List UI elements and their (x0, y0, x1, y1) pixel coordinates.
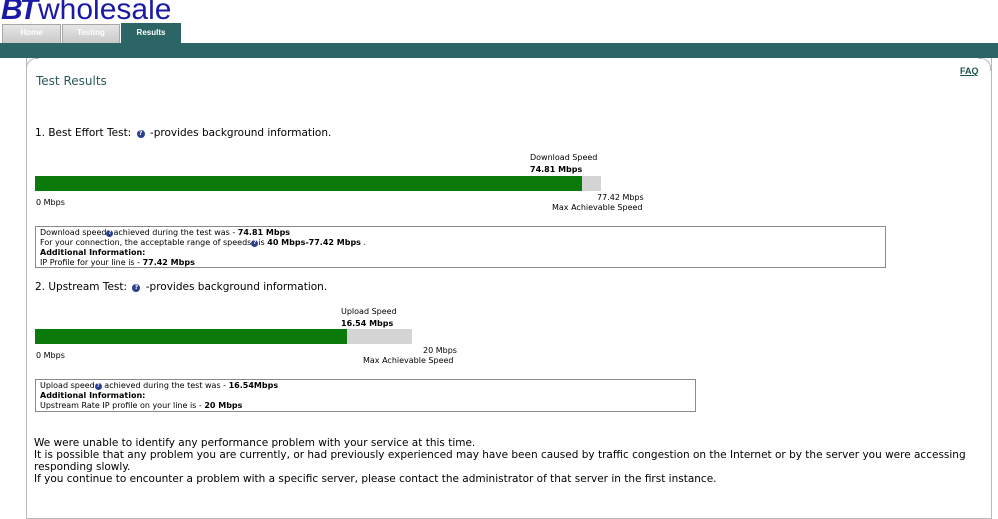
download-info-box: Download speed? achieved during the test … (35, 226, 886, 268)
download-info-line-3: Additional Information: (40, 248, 881, 258)
info-value: 40 Mbps-77.42 Mbps (267, 238, 361, 247)
download-info-line-2: For your connection, the acceptable rang… (40, 238, 881, 248)
logo-bt: BT (1, 0, 38, 26)
best-effort-heading: 1. Best Effort Test: ? -provides backgro… (35, 127, 331, 139)
upload-speed-bar-fill (35, 329, 347, 344)
upload-info-line-2: Additional Information: (40, 391, 691, 401)
info-value: 74.81 Mbps (237, 228, 291, 237)
upload-speed-value: 16.54 Mbps (341, 319, 394, 328)
info-value: 20 Mbps (204, 401, 243, 410)
header-bar (0, 43, 998, 58)
upload-info-line-3: Upstream Rate IP profile on your line is… (40, 401, 691, 411)
download-speed-bar (35, 176, 601, 191)
faq-link[interactable]: FAQ (960, 66, 979, 76)
info-subheading: Additional Information: (40, 248, 146, 257)
upload-speed-title: Upload Speed (341, 307, 397, 316)
info-text: Upstream Rate IP profile on your line is… (40, 401, 205, 410)
download-max-label: Max Achievable Speed (552, 203, 643, 212)
info-text: Download speed (40, 228, 107, 237)
tab-testing[interactable]: Testing (62, 24, 120, 43)
info-subheading: Additional Information: (40, 391, 146, 400)
info-text: For your connection, the acceptable rang… (40, 238, 252, 247)
best-effort-heading-suffix: -provides background information. (149, 127, 332, 139)
upstream-heading-text: 2. Upstream Test: (35, 281, 128, 293)
tab-results[interactable]: Results (121, 23, 181, 44)
info-text: . (360, 238, 367, 247)
upload-max-value: 20 Mbps (423, 346, 457, 355)
summary-line-1: We were unable to identify any performan… (34, 437, 476, 449)
best-effort-heading-text: 1. Best Effort Test: (35, 127, 132, 139)
help-icon[interactable]: ? (132, 284, 141, 292)
upload-info-box: Upload speed? achieved during the test w… (35, 379, 696, 412)
download-min-label: 0 Mbps (36, 198, 65, 207)
info-text: is (258, 238, 268, 247)
help-icon[interactable]: ? (136, 130, 145, 138)
summary-line-4: If you continue to encounter a problem w… (34, 473, 717, 485)
tab-home[interactable]: Home (2, 24, 61, 43)
download-speed-bar-fill (35, 176, 582, 191)
summary-line-2: It is possible that any problem you are … (34, 449, 966, 461)
page-title: Test Results (36, 74, 107, 88)
panel-corner-left (26, 58, 39, 71)
upload-info-line-1: Upload speed? achieved during the test w… (40, 381, 691, 391)
download-speed-value: 74.81 Mbps (530, 165, 583, 174)
info-text: achieved during the test was - (101, 381, 229, 390)
info-value: 16.54Mbps (228, 381, 279, 390)
info-text: Upload speed (40, 381, 95, 390)
help-icon[interactable]: ? (94, 383, 102, 390)
info-text: IP Profile for your line is - (40, 258, 143, 267)
download-max-value: 77.42 Mbps (597, 193, 644, 202)
info-text: achieved during the test was - (113, 228, 238, 237)
summary-line-3: responding slowly. (34, 461, 131, 473)
info-value: 77.42 Mbps (142, 258, 195, 267)
upstream-heading-suffix: -provides background information. (145, 281, 328, 293)
download-info-line-4: IP Profile for your line is - 77.42 Mbps (40, 258, 881, 268)
upload-max-label: Max Achievable Speed (363, 356, 454, 365)
header: BT wholesale Home Testing Results (0, 0, 998, 58)
upload-speed-bar (35, 329, 412, 344)
upload-min-label: 0 Mbps (36, 351, 65, 360)
download-info-line-1: Download speed? achieved during the test … (40, 228, 881, 238)
upstream-heading: 2. Upstream Test: ? -provides background… (35, 281, 327, 293)
download-speed-title: Download Speed (530, 153, 598, 162)
